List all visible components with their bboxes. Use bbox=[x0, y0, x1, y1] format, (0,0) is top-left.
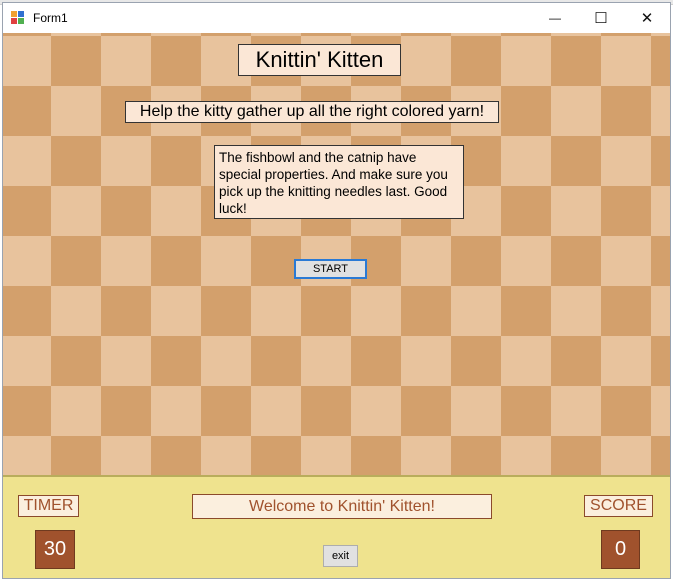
close-icon: ✕ bbox=[640, 10, 654, 27]
title-bar[interactable]: Form1 — ☐ ✕ bbox=[3, 3, 670, 33]
windows-form-icon bbox=[11, 11, 25, 25]
maximize-button[interactable]: ☐ bbox=[578, 3, 624, 33]
game-board: Knittin' Kitten Help the kitty gather up… bbox=[3, 33, 670, 578]
maximize-icon: ☐ bbox=[594, 10, 608, 27]
instructions-label: The fishbowl and the catnip have special… bbox=[214, 145, 464, 219]
timer-value: 30 bbox=[35, 530, 75, 569]
exit-button[interactable]: exit bbox=[323, 545, 358, 567]
minimize-icon: — bbox=[549, 11, 561, 25]
form-window: Form1 — ☐ ✕ Knittin' Kitten Help the kit… bbox=[2, 2, 671, 579]
game-subtitle-label: Help the kitty gather up all the right c… bbox=[125, 101, 499, 123]
game-title-label: Knittin' Kitten bbox=[238, 44, 401, 76]
score-label: SCORE bbox=[584, 495, 653, 517]
status-panel: TIMER 30 Welcome to Knittin' Kitten! exi… bbox=[3, 475, 670, 578]
close-button[interactable]: ✕ bbox=[624, 3, 670, 33]
welcome-message: Welcome to Knittin' Kitten! bbox=[192, 494, 492, 519]
minimize-button[interactable]: — bbox=[532, 3, 578, 33]
score-value: 0 bbox=[601, 530, 640, 569]
window-title: Form1 bbox=[33, 11, 68, 25]
timer-label: TIMER bbox=[18, 495, 79, 517]
start-button[interactable]: START bbox=[294, 259, 367, 279]
window-controls: — ☐ ✕ bbox=[532, 3, 670, 33]
